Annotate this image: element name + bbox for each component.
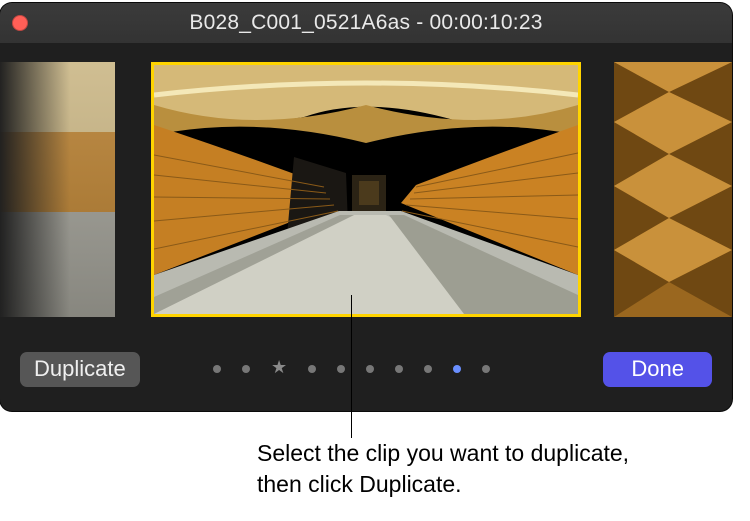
audition-window: B028_C001_0521A6as - 00:00:10:23: [0, 3, 732, 411]
close-window-button[interactable]: [12, 15, 28, 31]
toolbar: Duplicate ★ Done: [0, 339, 732, 411]
pagination-dot[interactable]: [366, 365, 374, 373]
pagination-dot[interactable]: [242, 365, 250, 373]
pagination-dot[interactable]: [337, 365, 345, 373]
callout-text: Select the clip you want to duplicate, t…: [257, 438, 657, 500]
clip-filmstrip[interactable]: [0, 43, 732, 339]
clip-thumbnail-selected[interactable]: [151, 62, 581, 317]
callout-leader-line: [351, 295, 352, 438]
favorite-star-icon[interactable]: ★: [271, 363, 287, 371]
pagination-dot[interactable]: [482, 365, 490, 373]
pagination-dot-active[interactable]: [453, 365, 461, 373]
clip-thumbnail-next[interactable]: [614, 62, 732, 317]
pagination-dot[interactable]: [213, 365, 221, 373]
pagination-dot[interactable]: [308, 365, 316, 373]
done-button[interactable]: Done: [603, 352, 712, 387]
titlebar: B028_C001_0521A6as - 00:00:10:23: [0, 3, 732, 43]
pagination-dot[interactable]: [395, 365, 403, 373]
clip-thumbnail-prev[interactable]: [0, 62, 115, 317]
duplicate-button[interactable]: Duplicate: [20, 352, 140, 387]
window-title: B028_C001_0521A6as - 00:00:10:23: [28, 11, 704, 35]
pagination-dot[interactable]: [424, 365, 432, 373]
